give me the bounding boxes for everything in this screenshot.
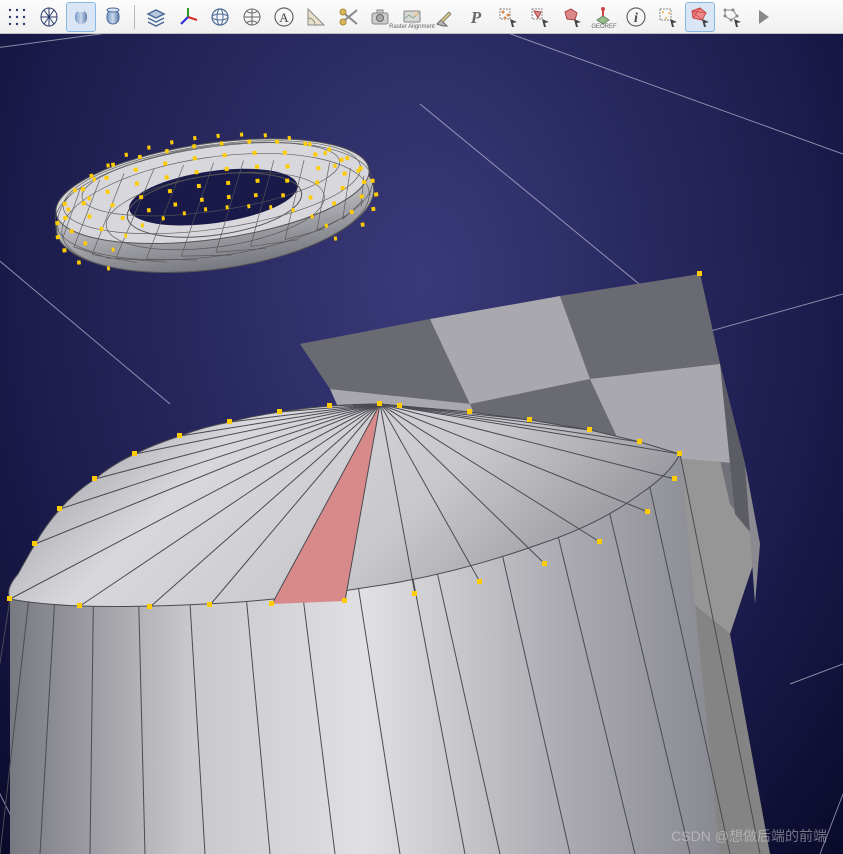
axes-icon[interactable] (173, 2, 203, 32)
svg-text:A: A (279, 10, 289, 25)
torus-mesh (45, 112, 386, 291)
select-faces-rect-icon[interactable] (525, 2, 555, 32)
next-icon[interactable] (749, 2, 779, 32)
toolbar-separator (134, 5, 135, 29)
select-connected-icon[interactable] (557, 2, 587, 32)
scissors-icon[interactable] (333, 2, 363, 32)
scene-svg (0, 34, 843, 854)
select-vertices-icon[interactable] (493, 2, 523, 32)
paint-icon[interactable] (429, 2, 459, 32)
render-wireframe-icon[interactable] (34, 2, 64, 32)
select-nodes-icon[interactable] (717, 2, 747, 32)
raster-sublabel: Raster Alignment (389, 24, 435, 30)
raster-align-icon[interactable]: Raster Alignment (397, 2, 427, 32)
main-toolbar: A Raster Alignment P GEOREF i (0, 0, 843, 34)
render-flat-icon[interactable] (98, 2, 128, 32)
georef-sublabel: GEOREF (591, 24, 616, 30)
annotation-icon[interactable]: A (269, 2, 299, 32)
select-faces-icon[interactable] (685, 2, 715, 32)
globe-icon[interactable] (237, 2, 267, 32)
plugin-p-icon[interactable]: P (461, 2, 491, 32)
render-flat-lines-icon[interactable] (66, 2, 96, 32)
svg-text:P: P (470, 8, 482, 27)
select-region-icon[interactable] (653, 2, 683, 32)
info-icon[interactable]: i (621, 2, 651, 32)
layers-icon[interactable] (141, 2, 171, 32)
3d-viewport[interactable] (0, 34, 843, 854)
trackball-icon[interactable] (205, 2, 235, 32)
render-points-icon[interactable] (2, 2, 32, 32)
svg-text:i: i (634, 11, 638, 26)
georef-icon[interactable]: GEOREF (589, 2, 619, 32)
measure-angle-icon[interactable] (301, 2, 331, 32)
